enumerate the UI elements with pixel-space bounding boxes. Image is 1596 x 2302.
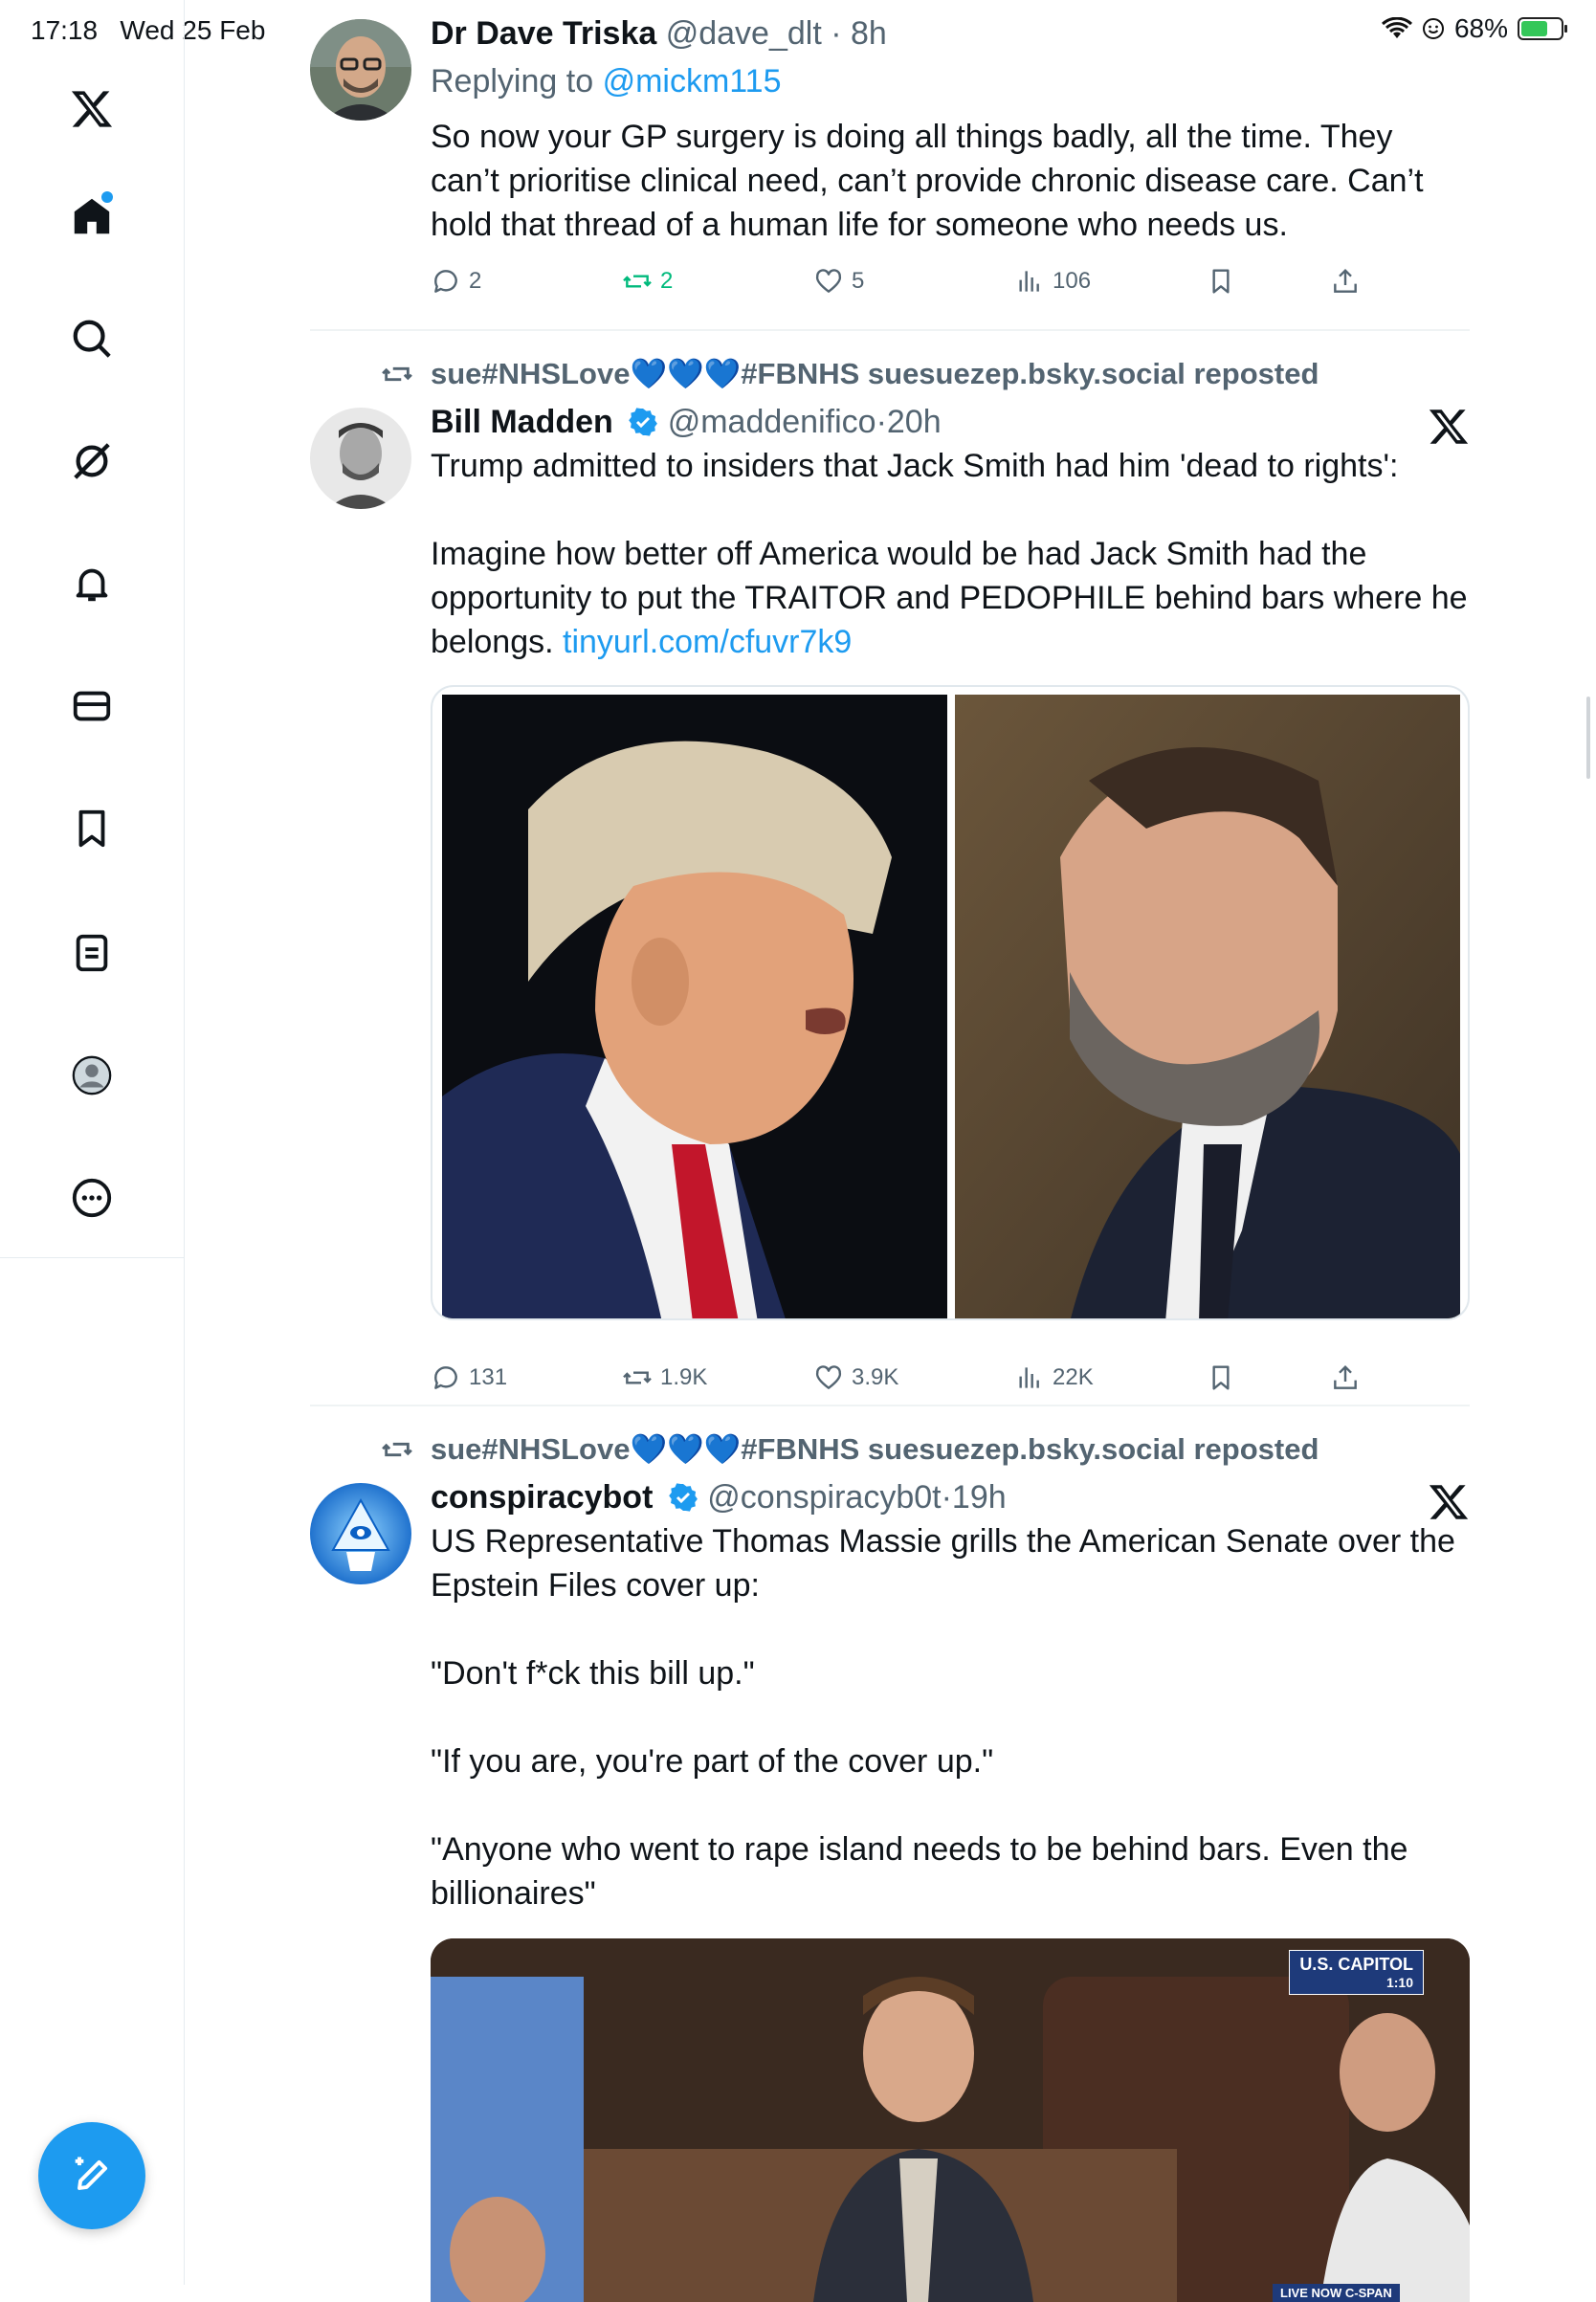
display-name[interactable]: Bill Madden [431,404,613,440]
views-button[interactable]: 22K [1014,1362,1094,1393]
verified-badge-icon [629,408,658,436]
tweet-media[interactable] [431,685,1470,1320]
tweet-divider [310,329,1470,331]
repost-button[interactable]: 2 [622,266,673,297]
home-icon[interactable] [63,188,121,245]
share-icon [1334,1364,1357,1389]
bookmark-button[interactable] [1206,266,1236,297]
tweet-actions: 131 1.9K 3.9K 22K [431,1362,1470,1410]
repost-icon [623,275,652,288]
repost-context[interactable]: sue#NHSLove💙💙💙#FBNHS suesuezep.bsky.soci… [381,356,1319,391]
tweet-divider [310,1405,1470,1406]
like-button[interactable]: 3.9K [813,1362,898,1393]
timestamp[interactable]: 20h [887,404,942,440]
more-icon[interactable] [63,1169,121,1227]
share-button[interactable] [1330,266,1361,297]
x-logo-icon[interactable] [63,80,121,138]
lists-icon[interactable] [63,924,121,982]
tweet-text: US Representative Thomas Massie grills t… [431,1523,1465,1912]
grok-icon[interactable] [63,432,121,490]
avatar[interactable] [310,1483,411,1584]
heart-icon [815,269,842,293]
share-button[interactable] [1330,1362,1361,1393]
repost-icon [382,1442,412,1456]
repost-icon [382,366,412,381]
reply-count: 131 [469,1364,508,1390]
views-button[interactable]: 106 [1014,266,1091,297]
x-source-icon[interactable] [1428,406,1470,448]
bookmark-icon[interactable] [63,800,121,857]
tweet-header: Bill Madden @maddenifico·20h [431,404,942,440]
view-count: 22K [1053,1364,1094,1390]
bookmark-button[interactable] [1206,1362,1236,1393]
timestamp[interactable]: 8h [851,15,887,52]
repost-button[interactable]: 1.9K [622,1362,707,1393]
x-source-icon[interactable] [1428,1481,1470,1523]
video-footer-label: LIVE NOW C-SPAN [1273,2284,1400,2302]
sidebar [0,0,185,2285]
like-count: 5 [852,268,865,294]
profile-icon[interactable] [63,1047,121,1104]
reply-icon [434,270,457,293]
display-name[interactable]: conspiracybot [431,1479,653,1516]
media-image-right[interactable] [955,695,1460,1320]
media-image-left[interactable] [442,695,947,1320]
reply-button[interactable]: 131 [431,1362,507,1393]
timestamp[interactable]: 19h [952,1479,1007,1516]
video-location-badge: U.S. CAPITOL 1:10 [1289,1950,1424,1995]
repost-count: 2 [660,268,674,294]
repost-context[interactable]: sue#NHSLove💙💙💙#FBNHS suesuezep.bsky.soci… [381,1431,1319,1467]
handle[interactable]: @maddenifico [668,404,876,440]
tweet-header: Dr Dave Triska @dave_dlt · 8h [431,15,887,52]
like-count: 3.9K [852,1364,899,1390]
search-icon[interactable] [63,310,121,367]
heart-icon [815,1365,842,1389]
share-icon [1334,268,1357,293]
handle[interactable]: @dave_dlt [666,15,822,52]
display-name[interactable]: Dr Dave Triska [431,15,656,52]
handle[interactable]: @conspiracyb0t [707,1479,941,1516]
reply-button[interactable]: 2 [431,266,481,297]
view-count: 106 [1053,268,1092,294]
tweet-link[interactable]: tinyurl.com/cfuvr7k9 [563,624,852,660]
avatar[interactable] [310,408,411,509]
verified-badge-icon [669,1483,698,1512]
reply-count: 2 [469,268,482,294]
repost-icon [623,1371,652,1384]
tweet-actions: 2 2 5 106 [431,266,1470,314]
sidebar-divider [0,1257,184,1258]
compose-button[interactable] [38,2122,145,2229]
repost-count: 1.9K [660,1364,708,1390]
compose-icon [75,2157,108,2190]
tweet-text: So now your GP surgery is doing all thin… [431,119,1432,243]
bookmark-icon [1212,269,1230,294]
bell-icon[interactable] [63,555,121,612]
tweet-text: Trump admitted to insiders that Jack Smi… [431,448,1477,660]
replying-to: Replying to @mickm115 [431,63,782,100]
video-badge-time: 1:10 [1385,1975,1413,1990]
reply-icon [434,1366,457,1389]
avatar[interactable] [310,19,411,121]
battery-icon [1518,17,1567,40]
like-button[interactable]: 5 [813,266,864,297]
views-icon [1019,271,1039,292]
notification-dot [101,191,113,203]
mail-icon[interactable] [63,677,121,735]
tweet-header: conspiracybot @conspiracyb0t·19h [431,1479,1007,1516]
bookmark-icon [1212,1365,1230,1390]
scrollbar[interactable] [1586,697,1590,779]
views-icon [1019,1367,1039,1388]
tweet-video[interactable]: U.S. CAPITOL 1:10 LIVE NOW C-SPAN [431,1938,1470,2302]
reply-mention[interactable]: @mickm115 [603,63,782,100]
